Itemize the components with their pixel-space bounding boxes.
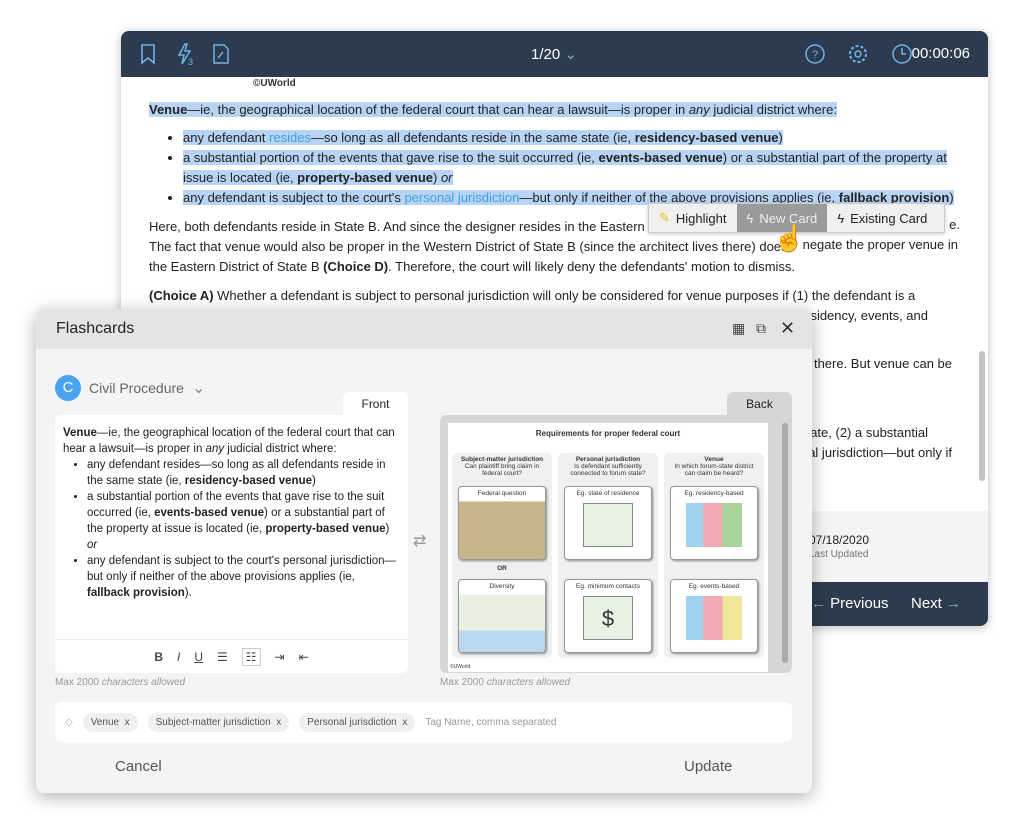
venue-paragraph: Venue—ie, the geographical location of t…	[149, 102, 837, 117]
tags-input[interactable]: ◇ Venue x Subject-matter jurisdiction x …	[55, 702, 792, 742]
tab-back[interactable]: Back	[727, 392, 792, 416]
underline-button[interactable]: U	[194, 650, 203, 664]
resides-link[interactable]: resides	[269, 130, 311, 145]
last-updated-label: Last Updated	[809, 549, 869, 560]
text-line: the Eastern District of State B (Choice …	[149, 259, 796, 274]
personal-jurisdiction-link[interactable]: personal jurisdiction	[404, 190, 519, 205]
tag-chip: Venue x	[82, 712, 138, 732]
popout-icon[interactable]: ⧉	[756, 320, 766, 337]
copyright: ©UWorld	[253, 78, 296, 89]
dialog-header: Flashcards ▦ ⧉ ✕	[36, 309, 812, 349]
italic-button[interactable]: I	[177, 650, 180, 664]
text-fragment: e.	[949, 217, 960, 232]
deck-avatar: C	[55, 375, 81, 401]
cancel-button[interactable]: Cancel	[115, 758, 162, 775]
flash-icon: ϟ	[837, 210, 845, 226]
text-fragment: negate the proper venue in	[802, 237, 958, 252]
page-selector[interactable]: 1/20 ⌄	[531, 45, 577, 63]
highlighter-icon: ✎	[659, 210, 670, 225]
help-icon[interactable]: ?	[804, 43, 826, 65]
bullet-list-icon[interactable]: ☷	[241, 647, 261, 666]
tab-front[interactable]: Front	[343, 392, 408, 416]
deck-name: Civil Procedure	[89, 380, 184, 396]
clock-icon	[892, 44, 912, 64]
diagram-column: Subject-matter jurisdiction Can plaintiff…	[452, 453, 552, 658]
arrow-left-icon: ←	[811, 595, 826, 612]
remove-tag-icon[interactable]: x	[276, 717, 281, 728]
existing-card-button[interactable]: ϟ Existing Card	[827, 204, 937, 232]
diagram-column: Personal jurisdiction Is defendant suffic…	[558, 453, 658, 658]
scrollbar[interactable]	[979, 351, 985, 481]
outdent-icon[interactable]: ⇤	[299, 650, 309, 664]
list-item: any defendant resides—so long as all def…	[183, 128, 958, 148]
remove-tag-icon[interactable]: x	[402, 717, 407, 728]
list-item: a substantial portion of the events that…	[87, 489, 400, 553]
close-icon[interactable]: ✕	[780, 318, 795, 339]
venue-list: any defendant resides—so long as all def…	[183, 128, 958, 208]
back-editor[interactable]: Requirements for proper federal court Su…	[440, 415, 792, 673]
deck-selector[interactable]: C Civil Procedure ⌄	[55, 375, 205, 401]
svg-text:?: ?	[812, 49, 818, 61]
previous-button[interactable]: ← Previous	[811, 595, 889, 612]
list-item: any defendant resides—so long as all def…	[87, 457, 400, 489]
hand-cursor-icon: ☝	[773, 223, 806, 253]
text-fragment: al jurisdiction—but only if	[808, 445, 952, 460]
tag-icon: ◇	[65, 716, 73, 728]
diagram-column: Venue In which forum-state district can c…	[664, 453, 764, 658]
bold-button[interactable]: B	[154, 650, 163, 664]
ordered-list-icon[interactable]: ☰	[217, 650, 228, 664]
format-toolbar: B I U ☰ ☷ ⇥ ⇤	[55, 639, 408, 673]
back-diagram-image: Requirements for proper federal court Su…	[448, 423, 768, 672]
remove-tag-icon[interactable]: x	[125, 717, 130, 728]
text-line: (Choice A) Whether a defendant is subjec…	[149, 288, 916, 303]
arrow-right-icon: →	[946, 595, 962, 612]
grid-view-icon[interactable]: ▦	[732, 320, 745, 337]
top-toolbar: 3 1/20 ⌄ ? 00:00:06	[121, 31, 988, 77]
list-item: a substantial portion of the events that…	[183, 148, 958, 188]
chevron-down-icon: ⌄	[564, 46, 577, 63]
front-text[interactable]: Venue—ie, the geographical location of t…	[55, 415, 408, 611]
tag-chip: Subject-matter jurisdiction x	[147, 712, 290, 732]
flashcard-icon[interactable]	[175, 43, 197, 65]
tag-chip: Personal jurisdiction x	[299, 712, 416, 732]
text-fragment: there. But venue can be	[813, 356, 952, 371]
last-updated-date: 07/18/2020	[809, 533, 870, 547]
timer: 00:00:06	[911, 45, 970, 62]
tag-placeholder[interactable]: Tag Name, comma separated	[425, 717, 556, 728]
next-button[interactable]: Next →	[911, 595, 961, 612]
settings-gear-icon[interactable]	[847, 43, 869, 65]
front-char-limit: Max 2000 characters allowed	[55, 677, 186, 688]
swap-icon[interactable]: ⇄	[413, 531, 426, 551]
dialog-title: Flashcards	[56, 320, 135, 337]
front-editor[interactable]: Venue—ie, the geographical location of t…	[55, 415, 408, 673]
flashcards-dialog: Flashcards ▦ ⧉ ✕ C Civil Procedure ⌄ Fro…	[36, 309, 812, 793]
text-fragment: sidency, events, and	[810, 308, 928, 323]
diagram-copyright: ©UWorld	[450, 664, 471, 670]
update-button[interactable]: Update	[684, 758, 732, 775]
text-fragment: ate, (2) a substantial	[810, 425, 928, 440]
flashcard-count: 3	[188, 57, 194, 67]
diagram-title: Requirements for proper federal court	[535, 429, 681, 438]
notes-icon[interactable]	[210, 43, 232, 65]
bookmark-icon[interactable]	[137, 43, 159, 65]
highlight-button[interactable]: ✎ Highlight	[649, 204, 737, 232]
explanation-text: Venue—ie, the geographical location of t…	[149, 100, 958, 208]
list-item: any defendant is subject to the court's …	[87, 553, 400, 601]
chevron-down-icon: ⌄	[191, 380, 206, 397]
back-char-limit: Max 2000 characters allowed	[440, 677, 571, 688]
flash-icon: ϟ	[746, 210, 754, 226]
text-line: Here, both defendants reside in State B.…	[149, 219, 658, 234]
text-line: The fact that venue would also be proper…	[149, 239, 788, 254]
indent-icon[interactable]: ⇥	[275, 650, 285, 664]
back-scrollbar[interactable]	[782, 423, 788, 663]
page-number: 1/20	[531, 46, 561, 63]
